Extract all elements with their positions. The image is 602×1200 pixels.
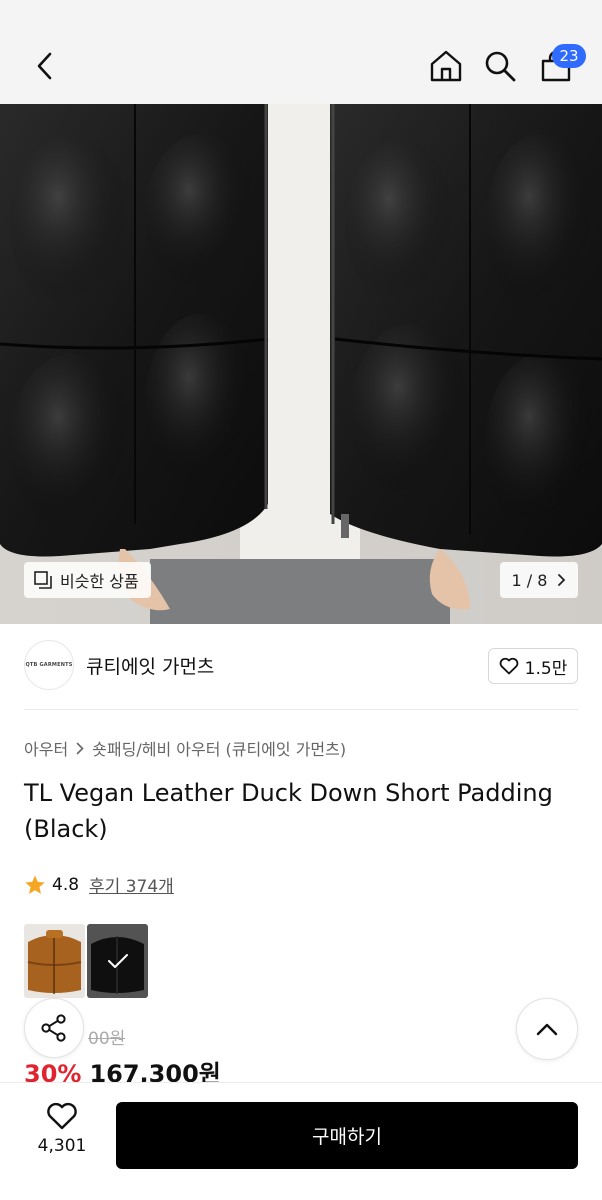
heart-icon — [499, 657, 518, 675]
similar-icon — [34, 571, 52, 589]
similar-products-label: 비슷한 상품 — [60, 572, 139, 591]
chevron-left-icon — [37, 52, 52, 80]
review-count-link[interactable]: 후기 374개 — [89, 872, 174, 897]
chevron-right-icon — [76, 742, 84, 754]
product-image[interactable] — [0, 104, 602, 624]
rating-row: 4.8 후기 374개 — [24, 872, 174, 897]
breadcrumb-category[interactable]: 아우터 — [24, 736, 68, 760]
brand-logo[interactable]: QTB GARMENTS — [24, 640, 74, 690]
brand-logo-text: QTB GARMENTS — [25, 662, 73, 668]
product-title: TL Vegan Leather Duck Down Short Padding… — [24, 779, 553, 843]
chevron-up-icon — [536, 1023, 558, 1036]
back-button[interactable] — [24, 44, 64, 88]
divider — [24, 709, 578, 710]
pager-text: 1 / 8 — [511, 570, 548, 590]
color-option-brown[interactable] — [24, 924, 85, 998]
star-icon — [25, 875, 45, 894]
brand-name[interactable]: 큐티에잇 가먼츠 — [86, 652, 214, 679]
buy-button[interactable]: 구매하기 — [116, 1102, 578, 1169]
brand-like-button[interactable]: 1.5만 — [488, 648, 578, 684]
color-options — [24, 924, 148, 998]
breadcrumb: 아우터 숏패딩/헤비 아우터 (큐티에잇 가먼츠) — [24, 736, 346, 760]
brand-like-count: 1.5만 — [524, 658, 568, 679]
similar-products-button[interactable]: 비슷한 상품 — [24, 562, 151, 598]
share-icon — [41, 1014, 66, 1042]
search-icon — [485, 51, 516, 82]
wishlist-button[interactable]: 4,301 — [26, 1102, 98, 1168]
chevron-right-icon — [558, 574, 566, 586]
search-button[interactable] — [478, 44, 522, 88]
original-price: 00원 — [88, 1029, 126, 1049]
scroll-top-button[interactable] — [516, 998, 578, 1060]
image-pager[interactable]: 1 / 8 — [500, 562, 578, 598]
share-button[interactable] — [24, 998, 84, 1058]
home-button[interactable] — [424, 44, 468, 88]
heart-icon — [47, 1102, 77, 1130]
breadcrumb-subcategory[interactable]: 숏패딩/헤비 아우터 (큐티에잇 가먼츠) — [92, 736, 346, 760]
color-option-black[interactable] — [87, 924, 148, 998]
cart-count-badge: 23 — [552, 44, 586, 68]
wishlist-count: 4,301 — [37, 1136, 87, 1156]
rating-score: 4.8 — [52, 874, 80, 895]
brand-row: QTB GARMENTS 큐티에잇 가먼츠 1.5만 — [24, 640, 578, 692]
home-icon — [430, 50, 462, 82]
